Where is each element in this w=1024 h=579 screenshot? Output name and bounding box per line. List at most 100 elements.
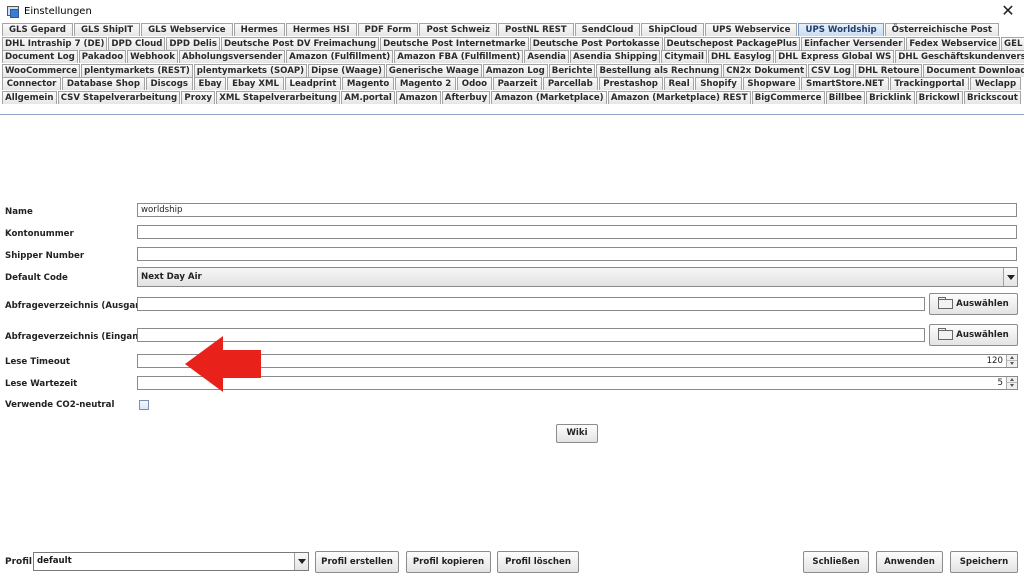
tab-am-portal[interactable]: AM.portal (341, 90, 396, 104)
tab-shipcloud[interactable]: ShipCloud (641, 23, 705, 36)
lese-timeout-spinner[interactable]: 120 (137, 354, 1018, 368)
name-input[interactable]: worldship (137, 203, 1017, 217)
schliessen-button[interactable]: Schließen (803, 551, 869, 573)
tab-amazon-fulfillment[interactable]: Amazon (Fulfillment) (286, 50, 394, 63)
tab-document-log[interactable]: Document Log (2, 50, 78, 63)
tab-deutsche-post-internetmarke[interactable]: Deutsche Post Internetmarke (380, 36, 529, 50)
tab-prestashop[interactable]: Prestashop (598, 77, 663, 90)
tab-abholungsversender[interactable]: Abholungsversender (178, 50, 286, 63)
tab-bricklink[interactable]: Bricklink (866, 90, 915, 104)
tab-allgemein[interactable]: Allgemein (2, 90, 57, 104)
tab-amazon-log[interactable]: Amazon Log (482, 63, 548, 77)
tab-dhl-express-global-ws[interactable]: DHL Express Global WS (775, 50, 895, 63)
tab-deutsche-post-portokasse[interactable]: Deutsche Post Portokasse (529, 36, 663, 50)
tab-paarzeit[interactable]: Paarzeit (492, 77, 543, 90)
default-code-select[interactable]: Next Day Air (137, 267, 1018, 287)
co2-neutral-checkbox[interactable] (139, 400, 149, 410)
profil-erstellen-button[interactable]: Profil erstellen (315, 551, 399, 573)
tab-proxy[interactable]: Proxy (181, 90, 216, 104)
tab-document-downloader[interactable]: Document Downloader (923, 63, 1024, 77)
tab-afterbuy[interactable]: Afterbuy (441, 90, 491, 104)
tab-hermes[interactable]: Hermes (233, 23, 285, 36)
tab-gel-express[interactable]: GEL Express (1001, 36, 1024, 50)
tab-shopware[interactable]: Shopware (742, 77, 801, 90)
tab-smartstore-net[interactable]: SmartStore.NET (801, 77, 889, 90)
tab-trackingportal[interactable]: Trackingportal (889, 77, 970, 90)
tab-dpd-cloud[interactable]: DPD Cloud (108, 36, 166, 50)
tab-amazon[interactable]: Amazon (396, 90, 441, 104)
tab-billbee[interactable]: Billbee (825, 90, 866, 104)
profil-kopieren-button[interactable]: Profil kopieren (406, 551, 491, 573)
shipper-number-input[interactable] (137, 247, 1017, 261)
tab-plentymarkets-rest[interactable]: plentymarkets (REST) (81, 63, 193, 77)
tab-plentymarkets-soap[interactable]: plentymarkets (SOAP) (193, 63, 308, 77)
tab-deutschepost-packageplus[interactable]: Deutschepost PackagePlus (663, 36, 801, 50)
abfrage-ausgang-input[interactable] (137, 297, 925, 311)
tab-brickscout[interactable]: Brickscout (963, 90, 1021, 104)
kontonummer-input[interactable] (137, 225, 1017, 239)
tab-csv-stapelverarbeitung[interactable]: CSV Stapelverarbeitung (57, 90, 181, 104)
wiki-button[interactable]: Wiki (556, 424, 598, 443)
spin-down-icon[interactable] (1006, 383, 1017, 389)
tab-shopify[interactable]: Shopify (695, 77, 742, 90)
tab-webhook[interactable]: Webhook (127, 50, 178, 63)
tab-dpd-delis[interactable]: DPD Delis (166, 36, 220, 50)
auswaehlen-eingang-button[interactable]: Auswählen (929, 324, 1018, 346)
tab-gls-gepard[interactable]: GLS Gepard (2, 23, 73, 36)
tab-ebay-xml[interactable]: Ebay XML (227, 77, 284, 90)
tab-amazon-fba-fulfillment[interactable]: Amazon FBA (Fulfillment) (394, 50, 524, 63)
tab-pakadoo[interactable]: Pakadoo (78, 50, 127, 63)
chevron-down-icon[interactable] (294, 553, 308, 570)
spin-down-icon[interactable] (1006, 361, 1017, 367)
tab-dhl-intraship-7-de[interactable]: DHL Intraship 7 (DE) (2, 36, 108, 50)
tab-fedex-webservice[interactable]: Fedex Webservice (906, 36, 1001, 50)
tab-post-schweiz[interactable]: Post Schweiz (419, 23, 498, 36)
tab-dhl-geschäftskundenversand[interactable]: DHL Geschäftskundenversand (895, 50, 1024, 63)
tab-database-shop[interactable]: Database Shop (62, 77, 145, 90)
tab-csv-log[interactable]: CSV Log (808, 63, 854, 77)
tab-woocommerce[interactable]: WooCommerce (2, 63, 81, 77)
tab-pdf-form[interactable]: PDF Form (357, 23, 419, 36)
tab-ups-worldship[interactable]: UPS Worldship (798, 23, 884, 36)
tab-ebay[interactable]: Ebay (193, 77, 227, 90)
tab-connector[interactable]: Connector (2, 77, 62, 90)
lese-wartezeit-spinner[interactable]: 5 (137, 376, 1018, 390)
chevron-down-icon[interactable] (1003, 268, 1017, 286)
tab-parcellab[interactable]: Parcellab (543, 77, 598, 90)
tab-magento-2[interactable]: Magento 2 (395, 77, 457, 90)
auswaehlen-ausgang-button[interactable]: Auswählen (929, 293, 1018, 315)
tab-dhl-retoure[interactable]: DHL Retoure (854, 63, 923, 77)
profil-loeschen-button[interactable]: Profil löschen (497, 551, 579, 573)
tab-einfacher-versender[interactable]: Einfacher Versender (801, 36, 906, 50)
tab-hermes-hsi[interactable]: Hermes HSI (285, 23, 357, 36)
anwenden-button[interactable]: Anwenden (876, 551, 943, 573)
tab-gls-webservice[interactable]: GLS Webservice (141, 23, 233, 36)
tab-bigcommerce[interactable]: BigCommerce (751, 90, 825, 104)
tab-ups-webservice[interactable]: UPS Webservice (705, 23, 798, 36)
tab-xml-stapelverarbeitung[interactable]: XML Stapelverarbeitung (216, 90, 341, 104)
tab-berichte[interactable]: Berichte (548, 63, 596, 77)
tab-sendcloud[interactable]: SendCloud (574, 23, 641, 36)
tab-österreichische-post[interactable]: Österreichische Post (884, 23, 1000, 36)
tab-real[interactable]: Real (663, 77, 695, 90)
tab-amazon-marketplace[interactable]: Amazon (Marketplace) (491, 90, 607, 104)
tab-deutsche-post-dv-freimachung[interactable]: Deutsche Post DV Freimachung (220, 36, 380, 50)
tab-amazon-marketplace-rest[interactable]: Amazon (Marketplace) REST (607, 90, 751, 104)
tab-generische-waage[interactable]: Generische Waage (385, 63, 482, 77)
close-icon[interactable]: ✕ (1000, 2, 1016, 20)
tab-dhl-easylog[interactable]: DHL Easylog (707, 50, 775, 63)
tab-discogs[interactable]: Discogs (145, 77, 193, 90)
tab-leadprint[interactable]: Leadprint (284, 77, 342, 90)
tab-weclapp[interactable]: Weclapp (970, 77, 1021, 90)
tab-cn2x-dokument[interactable]: CN2x Dokument (723, 63, 808, 77)
profil-select[interactable]: default (33, 552, 309, 571)
tab-bestellung-als-rechnung[interactable]: Bestellung als Rechnung (596, 63, 723, 77)
tab-brickowl[interactable]: Brickowl (915, 90, 963, 104)
tab-odoo[interactable]: Odoo (457, 77, 492, 90)
tab-dipse-waage[interactable]: Dipse (Waage) (308, 63, 385, 77)
tab-postnl-rest[interactable]: PostNL REST (498, 23, 574, 36)
tab-citymail[interactable]: Citymail (661, 50, 707, 63)
tab-asendia[interactable]: Asendia (524, 50, 569, 63)
speichern-button[interactable]: Speichern (950, 551, 1018, 573)
tab-asendia-shipping[interactable]: Asendia Shipping (569, 50, 661, 63)
